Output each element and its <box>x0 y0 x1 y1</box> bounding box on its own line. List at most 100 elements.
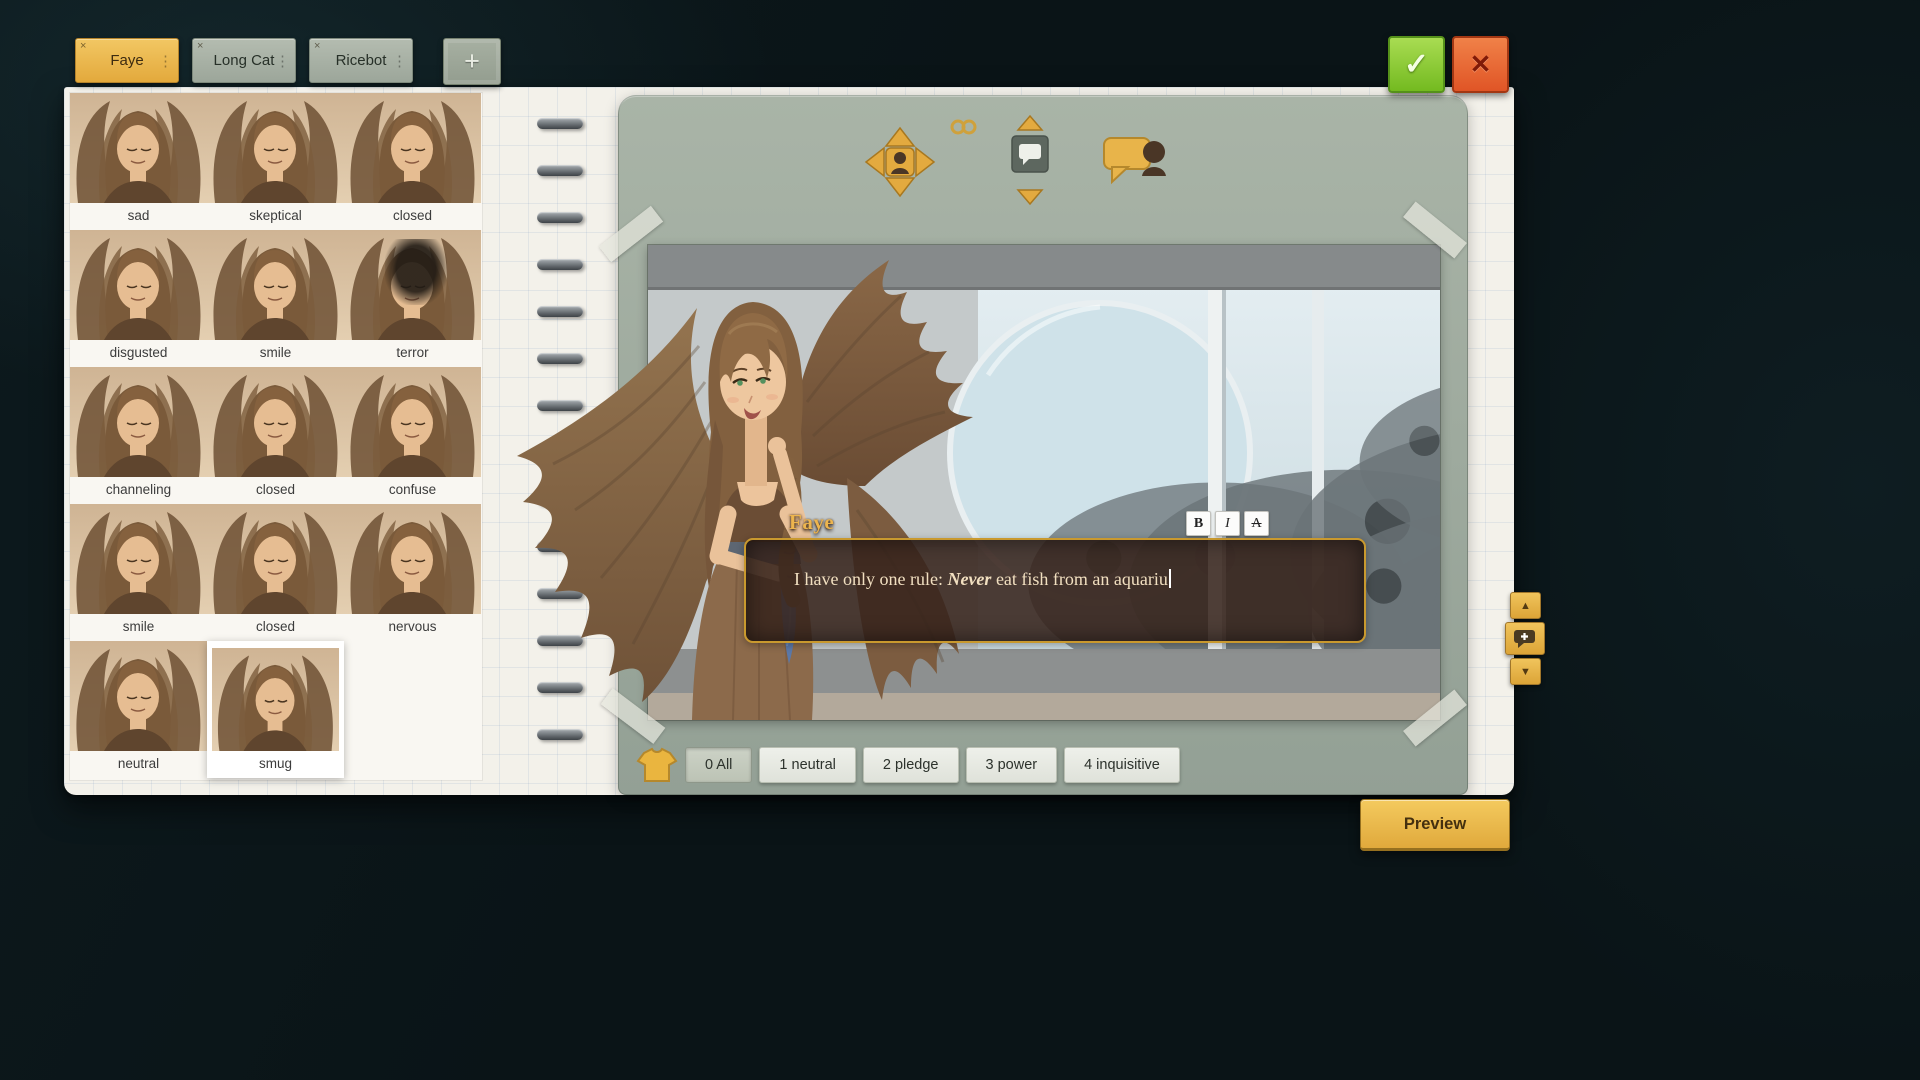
expression-thumbnail <box>344 504 481 614</box>
format-bold-button[interactable]: B <box>1186 511 1211 536</box>
shirt-icon <box>636 747 678 783</box>
filter-bar-buttons: 0 All1 neutral2 pledge3 power4 inquisiti… <box>685 747 1180 783</box>
tab-bar: ×Faye⋮×Long Cat⋮×Ricebot⋮ <box>75 38 413 83</box>
expression-label: skeptical <box>207 203 344 230</box>
expression-neutral[interactable]: neutral <box>70 641 207 778</box>
expression-label: smile <box>70 614 207 641</box>
tab-long-cat[interactable]: ×Long Cat⋮ <box>192 38 296 83</box>
spiral-ring <box>537 682 583 693</box>
tab-label: Ricebot <box>336 52 387 69</box>
confirm-button[interactable]: ✓ <box>1388 36 1445 93</box>
format-clear-button[interactable]: A <box>1244 511 1269 536</box>
expression-thumbnail <box>207 230 344 340</box>
expression-skeptical[interactable]: skeptical <box>207 93 344 230</box>
expression-thumbnail <box>70 367 207 477</box>
tab-drag-handle-icon: ⋮ <box>392 52 407 70</box>
filter-3-power[interactable]: 3 power <box>966 747 1058 783</box>
move-character-down-button[interactable] <box>886 178 914 196</box>
scroll-up-button[interactable]: ▲ <box>1510 592 1541 619</box>
expression-sad[interactable]: sad <box>70 93 207 230</box>
expression-thumbnail <box>207 504 344 614</box>
speech-bubble-style-button[interactable] <box>1102 130 1172 186</box>
expression-thumbnail <box>344 230 481 340</box>
tab-close-icon[interactable]: × <box>314 41 320 52</box>
expression-label: confuse <box>344 477 481 504</box>
expression-nervous[interactable]: nervous <box>344 504 481 641</box>
expression-label: closed <box>344 203 481 230</box>
textbox-position-control[interactable] <box>1008 114 1052 206</box>
expression-label: neutral <box>70 751 207 778</box>
expression-terror[interactable]: terror <box>344 230 481 367</box>
spiral-ring <box>537 494 583 505</box>
dialogue-text: I have only one rule: Never eat fish fro… <box>794 566 1336 592</box>
spiral-ring <box>537 165 583 176</box>
link-icon[interactable] <box>949 117 979 137</box>
tab-drag-handle-icon: ⋮ <box>275 52 290 70</box>
expression-label: nervous <box>344 614 481 641</box>
expression-thumbnail <box>344 93 481 203</box>
tab-faye[interactable]: ×Faye⋮ <box>75 38 179 83</box>
character-position-dpad[interactable] <box>860 122 940 202</box>
expression-closed[interactable]: closed <box>344 93 481 230</box>
add-dialogue-button[interactable] <box>1505 622 1545 655</box>
filter-0-all[interactable]: 0 All <box>685 747 752 783</box>
expression-grid: sadskepticalcloseddisgustedsmileterrorch… <box>70 93 482 780</box>
add-tab-button[interactable]: + <box>443 38 501 85</box>
spiral-binding <box>537 87 583 795</box>
expression-thumbnail <box>207 641 344 751</box>
preview-button[interactable]: Preview <box>1360 799 1510 851</box>
app-window: sadskepticalcloseddisgustedsmileterrorch… <box>0 0 1920 1080</box>
move-textbox-down-button[interactable] <box>1018 190 1042 204</box>
spiral-ring <box>537 541 583 552</box>
expression-smile[interactable]: smile <box>207 230 344 367</box>
character-head-icon <box>886 148 914 176</box>
format-toolbar: BIA <box>1186 511 1269 536</box>
text-caret <box>1169 569 1171 588</box>
filter-2-pledge[interactable]: 2 pledge <box>863 747 959 783</box>
spiral-ring <box>537 259 583 270</box>
expression-disgusted[interactable]: disgusted <box>70 230 207 367</box>
tab-ricebot[interactable]: × Ricebot ⋮ <box>309 38 413 83</box>
expression-label: smug <box>207 751 344 778</box>
scene-preview[interactable] <box>648 245 1440 720</box>
expression-thumbnail <box>70 93 207 203</box>
spiral-ring <box>537 306 583 317</box>
move-textbox-up-button[interactable] <box>1018 116 1042 130</box>
expression-label: smile <box>207 340 344 367</box>
tab-close-icon[interactable]: × <box>80 41 86 52</box>
scroll-down-button[interactable]: ▼ <box>1510 658 1541 685</box>
expression-closed[interactable]: closed <box>207 367 344 504</box>
expression-label: closed <box>207 614 344 641</box>
expression-smug[interactable]: smug <box>207 641 344 778</box>
filter-1-neutral[interactable]: 1 neutral <box>759 747 855 783</box>
dialogue-text-input[interactable]: I have only one rule: Never eat fish fro… <box>744 538 1366 643</box>
format-italic-button[interactable]: I <box>1215 511 1240 536</box>
spiral-ring <box>537 729 583 740</box>
outfit-button[interactable] <box>636 746 678 784</box>
expression-closed[interactable]: closed <box>207 504 344 641</box>
expression-thumbnail <box>207 93 344 203</box>
spiral-ring <box>537 212 583 223</box>
spiral-ring <box>537 588 583 599</box>
expression-channeling[interactable]: channeling <box>70 367 207 504</box>
move-character-left-button[interactable] <box>866 148 884 176</box>
expression-label: terror <box>344 340 481 367</box>
add-dialogue-icon <box>1513 629 1537 649</box>
expression-thumbnail <box>70 641 207 751</box>
move-character-right-button[interactable] <box>916 148 934 176</box>
tab-drag-handle-icon: ⋮ <box>158 52 173 70</box>
close-button[interactable]: ✕ <box>1452 36 1509 93</box>
scribble-overlay <box>385 239 447 305</box>
tab-close-icon[interactable]: × <box>197 41 203 52</box>
spiral-ring <box>537 400 583 411</box>
textbox-icon <box>1012 136 1048 172</box>
expression-confuse[interactable]: confuse <box>344 367 481 504</box>
filter-4-inquisitive[interactable]: 4 inquisitive <box>1064 747 1180 783</box>
expression-label: channeling <box>70 477 207 504</box>
move-character-up-button[interactable] <box>886 128 914 146</box>
expression-smile[interactable]: smile <box>70 504 207 641</box>
spiral-ring <box>537 353 583 364</box>
expression-thumbnail <box>344 367 481 477</box>
speaker-name: Faye <box>789 510 834 535</box>
spiral-ring <box>537 447 583 458</box>
